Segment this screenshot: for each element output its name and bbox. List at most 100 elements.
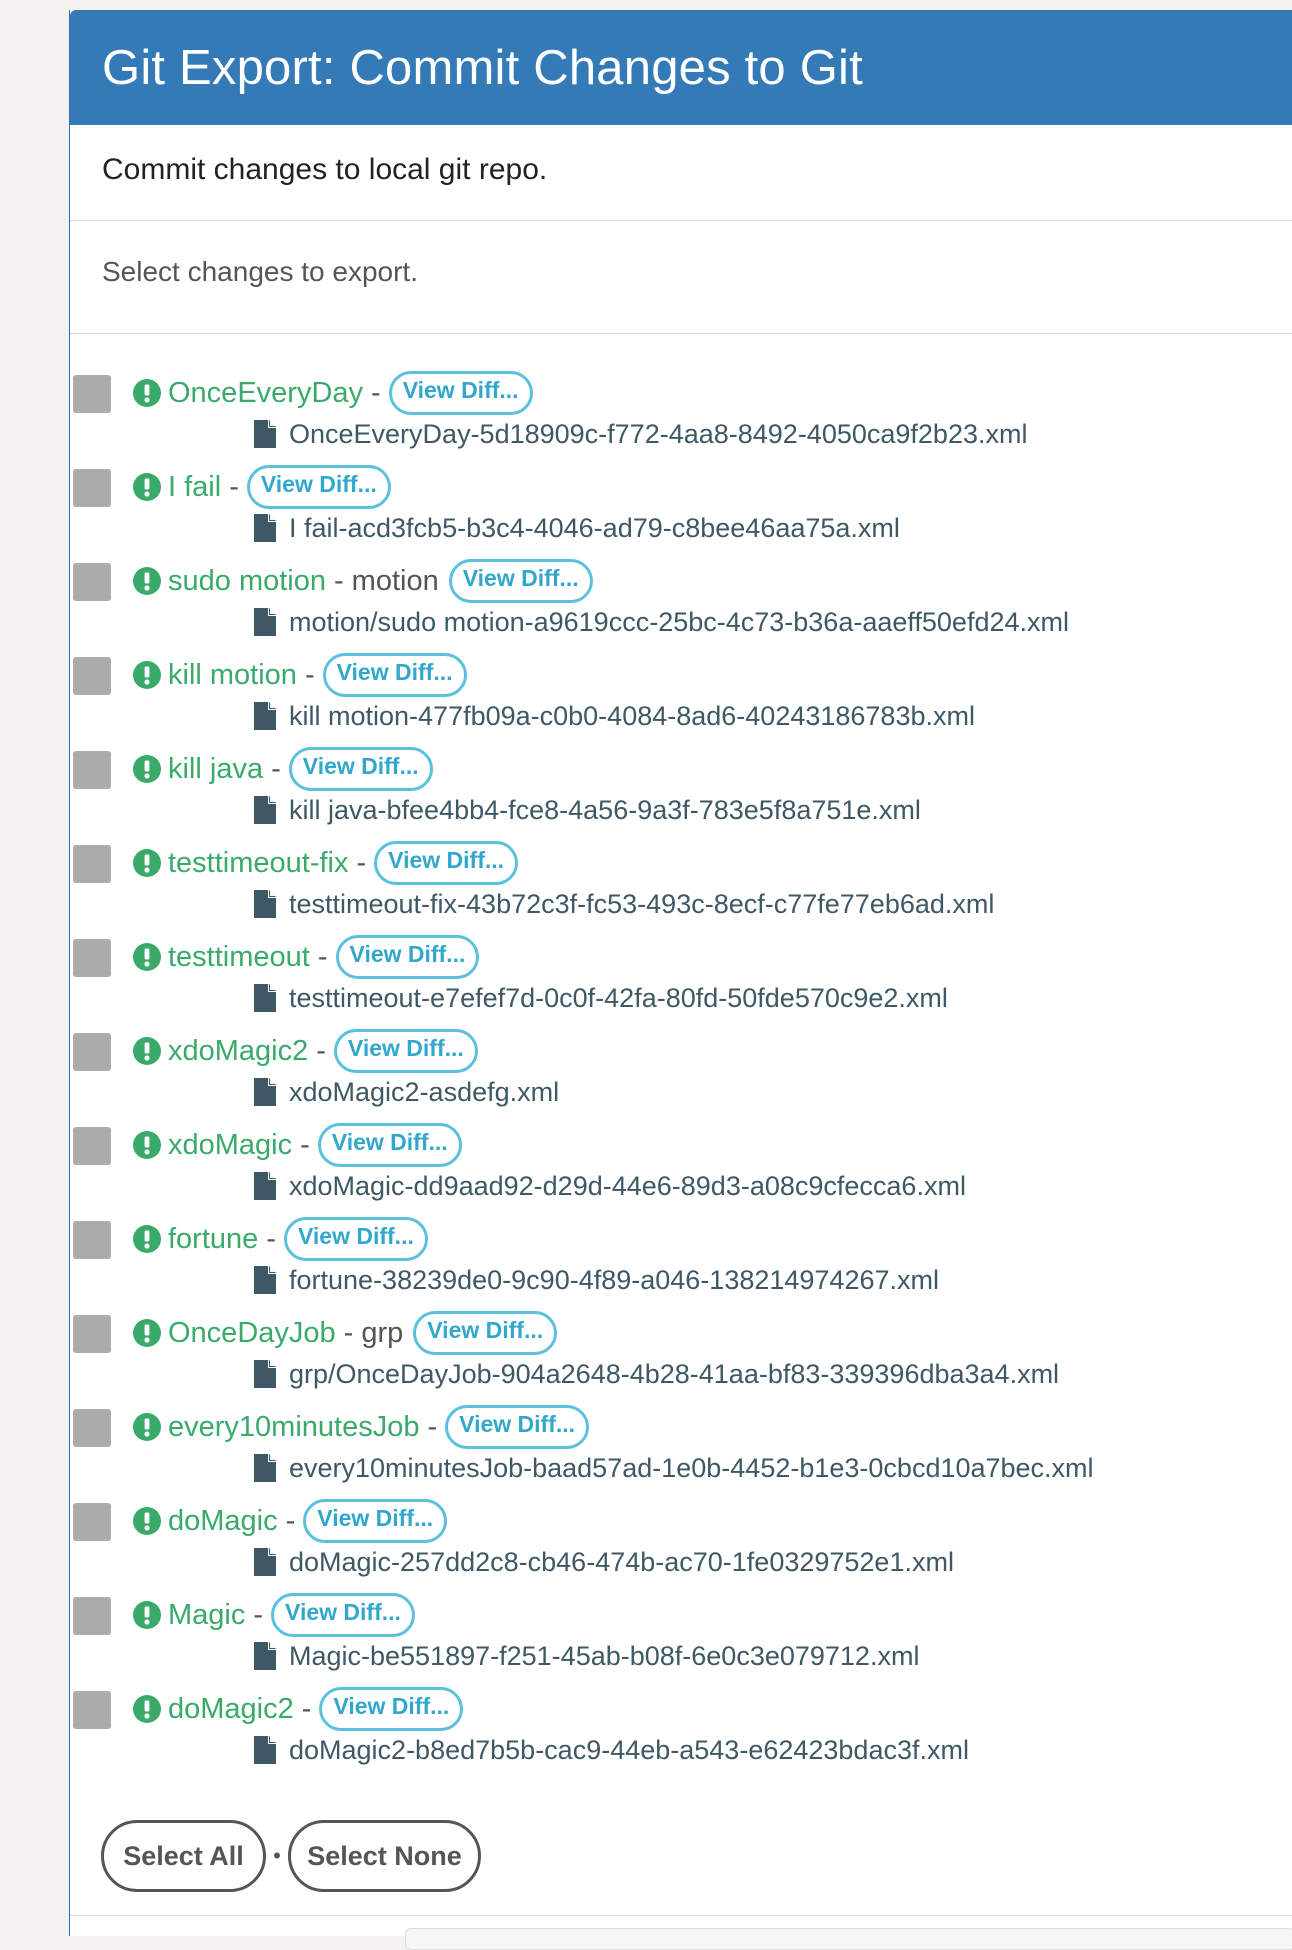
file-name: grp/OnceDayJob-904a2648-4b28-41aa-bf83-3… — [289, 1358, 1060, 1389]
change-checkbox[interactable] — [73, 375, 111, 413]
change-checkbox[interactable] — [73, 1503, 111, 1541]
job-name: every10minutesJob — [168, 1410, 420, 1443]
view-diff-button[interactable]: View Diff... — [448, 559, 593, 603]
file-icon — [254, 1360, 276, 1388]
view-diff-button[interactable]: View Diff... — [271, 1593, 415, 1637]
change-item-1: OnceEveryDay - View Diff... OnceEveryDay… — [70, 364, 1292, 458]
change-checkbox[interactable] — [73, 845, 111, 883]
exclamation-circle-icon — [133, 473, 161, 501]
change-item-14: Magic - View Diff... Magic-be551897-f251… — [70, 1586, 1292, 1680]
change-item-11: OnceDayJob - grp View Diff... grp/OnceDa… — [70, 1304, 1292, 1398]
page-title: Git Export: Commit Changes to Git — [102, 40, 863, 95]
change-item-15: doMagic2 - View Diff... doMagic2-b8ed7b5… — [70, 1680, 1292, 1774]
title-separator: - — [271, 752, 281, 785]
exclamation-circle-icon — [133, 755, 161, 783]
exclamation-circle-icon — [133, 1131, 161, 1159]
exclamation-circle-icon — [133, 1225, 161, 1253]
file-icon — [254, 514, 276, 542]
change-checkbox[interactable] — [73, 469, 111, 507]
file-name: kill motion-477fb09a-c0b0-4084-8ad6-4024… — [289, 700, 975, 731]
change-checkbox[interactable] — [73, 1691, 111, 1729]
exclamation-circle-icon — [133, 1507, 161, 1535]
change-checkbox[interactable] — [73, 563, 111, 601]
file-name: OnceEveryDay-5d18909c-f772-4aa8-8492-405… — [289, 418, 1028, 449]
job-name: sudo motion — [168, 564, 326, 597]
exclamation-circle-icon — [133, 1601, 161, 1629]
change-item-5: kill java - View Diff... kill java-bfee4… — [70, 740, 1292, 834]
view-diff-button[interactable]: View Diff... — [303, 1499, 448, 1543]
change-checkbox[interactable] — [73, 939, 111, 977]
view-diff-button[interactable]: View Diff... — [317, 1123, 462, 1167]
change-file-row: motion/sudo motion-a9619ccc-25bc-4c73-b3… — [254, 600, 1069, 644]
select-all-button[interactable]: Select All — [101, 1820, 266, 1892]
job-name: doMagic — [168, 1504, 278, 1537]
action-separator: • — [273, 1843, 281, 1868]
job-name: xdoMagic — [168, 1128, 293, 1161]
job-name: I fail — [168, 470, 222, 503]
file-name: xdoMagic2-asdefg.xml — [289, 1076, 560, 1107]
file-name: testtimeout-e7efef7d-0c0f-42fa-80fd-50fd… — [289, 982, 948, 1013]
title-separator: - — [253, 1598, 264, 1631]
view-diff-button[interactable]: View Diff... — [374, 841, 519, 885]
change-item-7: testtimeout - View Diff... testtimeout-e… — [70, 928, 1292, 1022]
change-item-13: doMagic - View Diff... doMagic-257dd2c8-… — [70, 1492, 1292, 1586]
title-separator: - — [304, 658, 315, 691]
job-name: OnceEveryDay — [168, 376, 364, 409]
file-icon — [254, 1642, 276, 1670]
change-item-4: kill motion - View Diff... kill motion-4… — [70, 646, 1292, 740]
change-file-row: OnceEveryDay-5d18909c-f772-4aa8-8492-405… — [254, 412, 1027, 456]
change-checkbox[interactable] — [73, 1033, 111, 1071]
change-checkbox[interactable] — [73, 1409, 111, 1447]
change-item-9: xdoMagic - View Diff... xdoMagic-dd9aad9… — [70, 1116, 1292, 1210]
view-diff-button[interactable]: View Diff... — [322, 653, 467, 697]
change-checkbox[interactable] — [73, 1315, 111, 1353]
file-icon — [254, 1172, 276, 1200]
change-item-3: sudo motion - motion View Diff... motion… — [70, 552, 1292, 646]
change-file-row: testtimeout-fix-43b72c3f-fc53-493c-8ecf-… — [254, 882, 994, 926]
change-file-row: kill java-bfee4bb4-fce8-4a56-9a3f-783e5f… — [254, 788, 921, 832]
file-icon — [254, 608, 276, 636]
change-checkbox[interactable] — [73, 1221, 111, 1259]
footer-panel — [405, 1928, 1292, 1950]
file-icon — [254, 1266, 276, 1294]
view-diff-button[interactable]: View Diff... — [246, 465, 391, 509]
view-diff-button[interactable]: View Diff... — [319, 1687, 464, 1731]
title-separator: - — [343, 1316, 354, 1349]
change-checkbox[interactable] — [73, 751, 111, 789]
view-diff-button[interactable]: View Diff... — [288, 747, 433, 791]
title-separator: - — [334, 564, 344, 597]
file-name: doMagic2-b8ed7b5b-cac9-44eb-a543-e62423b… — [289, 1734, 969, 1765]
change-checkbox[interactable] — [73, 657, 111, 695]
title-separator: - — [427, 1410, 438, 1443]
file-icon — [254, 1078, 276, 1106]
change-file-row: doMagic-257dd2c8-cb46-474b-ac70-1fe03297… — [254, 1540, 954, 1584]
change-item-12: every10minutesJob - View Diff... every10… — [70, 1398, 1292, 1492]
job-group: motion — [351, 564, 439, 597]
panel-heading: Git Export: Commit Changes to Git — [70, 10, 1292, 125]
change-file-row: xdoMagic2-asdefg.xml — [254, 1070, 559, 1114]
file-icon — [254, 796, 276, 824]
file-icon — [254, 702, 276, 730]
select-none-button[interactable]: Select None — [288, 1820, 481, 1892]
change-file-row: doMagic2-b8ed7b5b-cac9-44eb-a543-e62423b… — [254, 1728, 969, 1772]
panel-instructions: Select changes to export. — [70, 221, 1292, 334]
exclamation-circle-icon — [133, 849, 161, 877]
file-name: Magic-be551897-f251-45ab-b08f-6e0c3e0797… — [289, 1640, 920, 1671]
view-diff-button[interactable]: View Diff... — [388, 371, 533, 415]
file-name: xdoMagic-dd9aad92-d29d-44e6-89d3-a08c9cf… — [289, 1170, 966, 1201]
job-name: doMagic2 — [168, 1692, 294, 1725]
title-separator: - — [229, 470, 239, 503]
view-diff-button[interactable]: View Diff... — [445, 1405, 590, 1449]
change-checkbox[interactable] — [73, 1127, 111, 1165]
change-file-row: kill motion-477fb09a-c0b0-4084-8ad6-4024… — [254, 694, 975, 738]
job-name: Magic — [168, 1598, 246, 1631]
view-diff-button[interactable]: View Diff... — [335, 935, 480, 979]
job-name: testtimeout — [168, 940, 310, 973]
file-icon — [254, 890, 276, 918]
view-diff-button[interactable]: View Diff... — [283, 1217, 428, 1261]
view-diff-button[interactable]: View Diff... — [413, 1311, 558, 1355]
change-checkbox[interactable] — [73, 1597, 111, 1635]
file-icon — [254, 420, 276, 448]
view-diff-button[interactable]: View Diff... — [333, 1029, 478, 1073]
file-name: testtimeout-fix-43b72c3f-fc53-493c-8ecf-… — [289, 888, 995, 919]
